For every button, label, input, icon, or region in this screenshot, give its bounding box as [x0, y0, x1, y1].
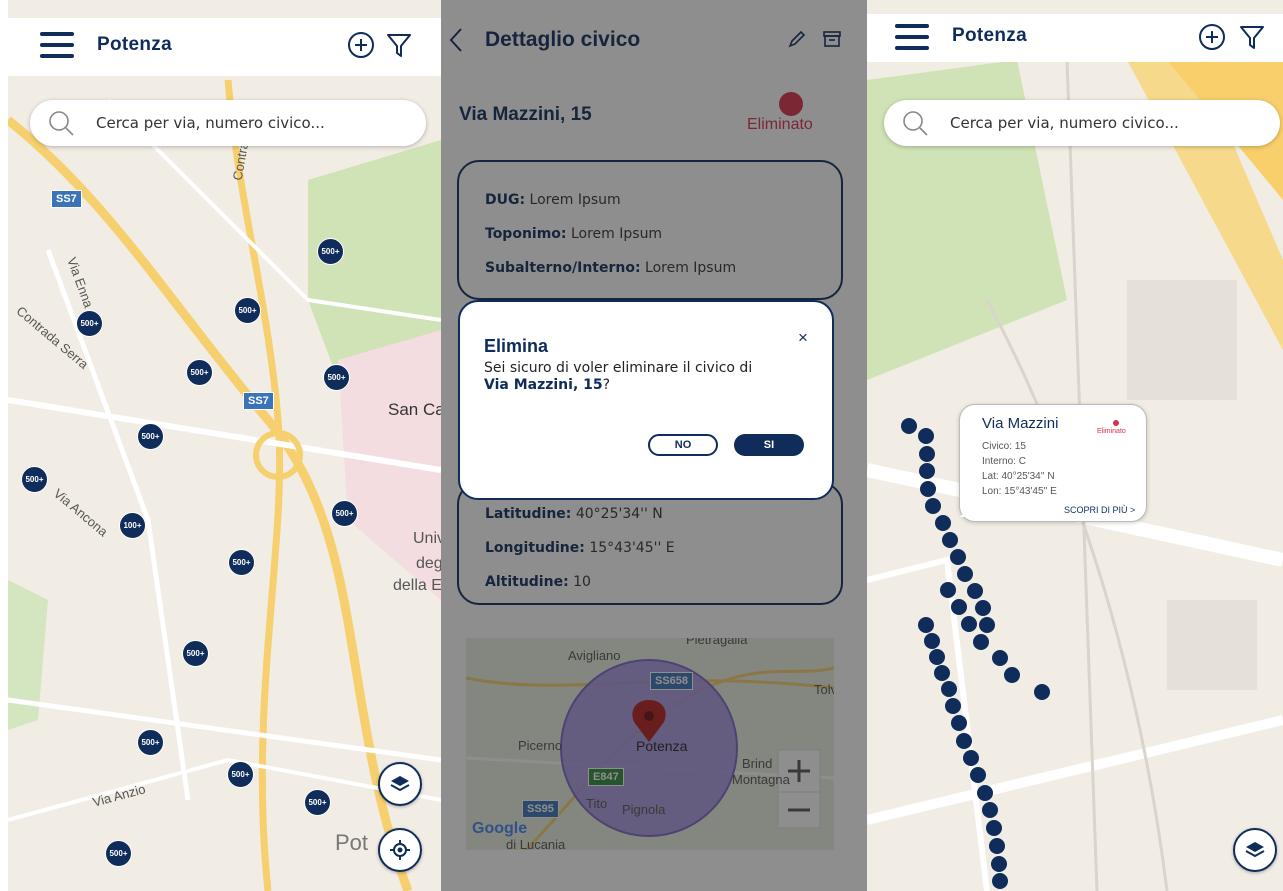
locate-me-button[interactable]	[378, 828, 422, 872]
address-point[interactable]	[918, 617, 934, 633]
address-point[interactable]	[929, 649, 945, 665]
address-point[interactable]	[986, 820, 1002, 836]
address-popup[interactable]: Via Mazzini Eliminato Civico: 15 Interno…	[959, 404, 1147, 522]
dialog-title: Elimina	[484, 336, 549, 356]
map-label: deg	[416, 555, 441, 572]
add-icon[interactable]	[1197, 22, 1227, 52]
address-point[interactable]	[977, 785, 993, 801]
cluster-marker[interactable]: 500+	[105, 840, 132, 867]
address-point[interactable]	[919, 463, 935, 479]
address-point[interactable]	[979, 617, 995, 633]
cluster-marker[interactable]: 500+	[76, 310, 103, 337]
map-label: San Ca	[388, 400, 441, 419]
address-point[interactable]	[1034, 684, 1050, 700]
layers-icon	[1245, 842, 1265, 858]
detail-screen: Dettaglio civico Via Mazzini, 15 Elimina…	[441, 0, 867, 891]
cancel-button[interactable]: NO	[648, 434, 718, 456]
map-screen-points: Via Mazzini Eliminato Civico: 15 Interno…	[867, 0, 1283, 891]
address-point[interactable]	[982, 802, 998, 818]
dialog-message: Sei sicuro di voler eliminare il civico …	[484, 360, 753, 393]
cluster-marker[interactable]: 500+	[182, 640, 209, 667]
address-point[interactable]	[901, 418, 917, 434]
search-placeholder: Cerca per via, numero civico...	[96, 114, 325, 132]
close-icon[interactable]: ×	[798, 328, 808, 348]
popup-longitude: Lon: 15°43'45'' E	[982, 486, 1057, 497]
confirm-delete-button[interactable]: SI	[734, 434, 804, 456]
address-point[interactable]	[941, 681, 957, 697]
cluster-marker[interactable]: 500+	[228, 549, 255, 576]
cluster-marker[interactable]: 500+	[317, 238, 344, 265]
popup-tail	[960, 505, 970, 517]
road-shield: SS7	[51, 190, 82, 208]
discover-more-link[interactable]: SCOPRI DI PIÙ >	[1064, 505, 1135, 515]
address-point[interactable]	[975, 600, 991, 616]
search-icon	[903, 111, 928, 136]
status-badge: Eliminato	[1097, 428, 1126, 435]
address-point[interactable]	[970, 767, 986, 783]
search-icon	[49, 111, 74, 136]
address-point[interactable]	[967, 583, 983, 599]
address-point[interactable]	[918, 428, 934, 444]
map-screen-clusters: Contrad Via Enna Contrada Serra San Ca V…	[8, 0, 441, 891]
search-bar[interactable]: Cerca per via, numero civico...	[884, 100, 1280, 146]
cluster-marker[interactable]: 500+	[331, 500, 358, 527]
layers-icon	[390, 776, 410, 792]
address-point[interactable]	[961, 616, 977, 632]
address-point[interactable]	[934, 665, 950, 681]
address-point[interactable]	[992, 650, 1008, 666]
page-title: Potenza	[97, 34, 172, 55]
address-point[interactable]	[973, 634, 989, 650]
address-point[interactable]	[951, 715, 967, 731]
address-point[interactable]	[957, 566, 973, 582]
cluster-marker[interactable]: 500+	[137, 729, 164, 756]
cluster-marker[interactable]: 500+	[186, 359, 213, 386]
page-title: Potenza	[952, 25, 1027, 46]
address-point[interactable]	[919, 446, 935, 462]
address-point[interactable]	[940, 582, 956, 598]
crosshair-icon	[390, 840, 410, 860]
status-dot	[1113, 420, 1119, 426]
address-point[interactable]	[945, 698, 961, 714]
cluster-marker[interactable]: 500+	[21, 466, 48, 493]
popup-title: Via Mazzini	[982, 415, 1059, 432]
cluster-marker[interactable]: 500+	[323, 364, 350, 391]
popup-interno: Interno: C	[982, 456, 1026, 467]
cluster-marker[interactable]: 500+	[234, 297, 261, 324]
app-header: Potenza	[867, 14, 1283, 62]
cluster-marker[interactable]: 100+	[119, 512, 146, 539]
app-header: Potenza	[8, 18, 441, 76]
address-point[interactable]	[992, 873, 1008, 889]
map-label: Univ	[413, 530, 441, 547]
filter-icon[interactable]	[384, 30, 414, 60]
address-point[interactable]	[991, 856, 1007, 872]
add-icon[interactable]	[346, 30, 376, 60]
address-point[interactable]	[924, 633, 940, 649]
road-shield: SS7	[243, 392, 274, 410]
layers-button[interactable]	[378, 762, 422, 806]
menu-icon[interactable]	[895, 24, 929, 50]
search-bar[interactable]: Cerca per via, numero civico...	[30, 100, 426, 146]
popup-latitude: Lat: 40°25'34'' N	[982, 471, 1055, 482]
address-point[interactable]	[951, 599, 967, 615]
address-point[interactable]	[963, 750, 979, 766]
address-point[interactable]	[956, 733, 972, 749]
layers-button[interactable]	[1233, 828, 1277, 872]
search-placeholder: Cerca per via, numero civico...	[950, 114, 1179, 132]
cluster-marker[interactable]: 500+	[227, 761, 254, 788]
popup-civico: Civico: 15	[982, 441, 1026, 452]
address-point[interactable]	[935, 515, 951, 531]
filter-icon[interactable]	[1237, 22, 1267, 52]
map-label: Pot	[335, 830, 369, 855]
address-point[interactable]	[942, 532, 958, 548]
address-point[interactable]	[1004, 667, 1020, 683]
menu-icon[interactable]	[40, 32, 74, 58]
cluster-marker[interactable]: 500+	[304, 789, 331, 816]
address-point[interactable]	[925, 498, 941, 514]
cluster-marker[interactable]: 500+	[137, 423, 164, 450]
address-point[interactable]	[950, 549, 966, 565]
address-point[interactable]	[989, 838, 1005, 854]
address-point[interactable]	[920, 481, 936, 497]
map-label: della E	[393, 577, 441, 594]
delete-dialog: Elimina × Sei sicuro di voler eliminare …	[458, 300, 834, 500]
